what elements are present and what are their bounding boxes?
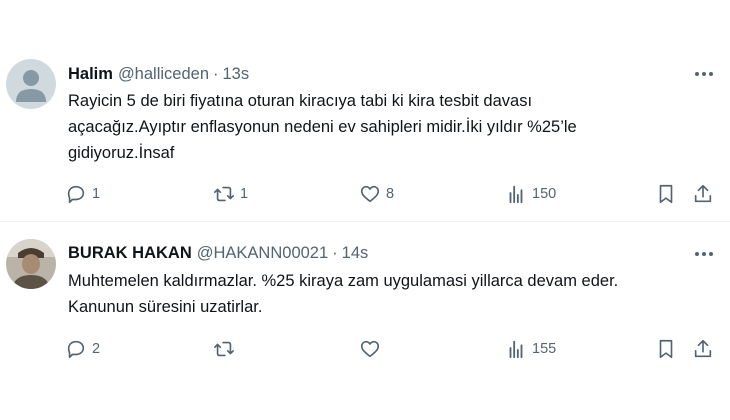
bookmark-button[interactable] [655,337,677,361]
share-button[interactable] [692,337,714,361]
heart-icon [360,340,380,358]
views-count: 155 [532,341,557,357]
views-chart-icon [509,340,523,359]
retweet-count: 1 [240,186,249,202]
tweet-header: Halim @halliceden · 13s [68,63,249,85]
tweet-header: BURAK HAKAN @HAKANN00021 · 14s [68,242,368,264]
action-bar: 2 155 [0,337,730,361]
separator-dot: · [332,243,338,262]
share-icon [694,184,712,203]
tweet-text-line: Muhtemelen kaldırmazlar. %25 kiraya zam … [68,272,619,290]
tweet-text: Rayicin 5 de biri fiyatına oturan kiracı… [68,88,718,166]
views-button[interactable]: 150 [505,182,556,206]
tweet-text-line: gidiyoruz.İnsaf [68,144,175,162]
author-name[interactable]: BURAK HAKAN [68,244,192,263]
heart-icon [360,185,380,203]
retweet-icon [214,186,234,202]
separator-dot: · [213,64,219,83]
reply-count: 1 [92,186,101,202]
views-count: 150 [532,186,557,202]
reply-icon [67,185,85,204]
like-count: 8 [386,186,395,202]
retweet-icon [214,341,234,357]
reply-button[interactable]: 1 [65,182,100,206]
retweet-button[interactable] [213,337,240,361]
reply-button[interactable]: 2 [65,337,100,361]
tweet-text: Muhtemelen kaldırmazlar. %25 kiraya zam … [68,268,718,320]
timestamp[interactable]: 14s [342,244,369,263]
tweet-text-line: Rayicin 5 de biri fiyatına oturan kiracı… [68,92,533,110]
views-chart-icon [509,185,523,204]
bookmark-icon [659,184,673,204]
reply-icon [67,340,85,359]
more-options-icon[interactable] [692,62,716,86]
more-options-icon[interactable] [692,242,716,266]
timestamp[interactable]: 13s [223,65,250,84]
profile-photo-icon [6,239,56,289]
tweet-text-line: açacağız.Ayıptır enflasyonun nedeni ev s… [68,118,577,136]
bookmark-button[interactable] [655,182,677,206]
tweet[interactable]: Halim @halliceden · 13s Rayicin 5 de bir… [0,42,730,222]
reply-count: 2 [92,341,101,357]
author-handle[interactable]: @halliceden [118,65,209,84]
avatar[interactable] [6,239,56,289]
like-button[interactable]: 8 [359,182,394,206]
tweet[interactable]: BURAK HAKAN @HAKANN00021 · 14s Muhtemele… [0,222,730,420]
tweet-text-line: Kanunun süresini uzatirlar. [68,298,263,316]
avatar[interactable] [6,59,56,109]
author-name[interactable]: Halim [68,65,113,84]
author-handle[interactable]: @HAKANN00021 [197,244,328,263]
bookmark-icon [659,339,673,359]
views-button[interactable]: 155 [505,337,556,361]
action-bar: 1 1 8 150 [0,182,730,206]
share-icon [694,339,712,358]
like-button[interactable] [359,337,386,361]
share-button[interactable] [692,182,714,206]
retweet-button[interactable]: 1 [213,182,248,206]
default-avatar-icon [6,59,56,109]
